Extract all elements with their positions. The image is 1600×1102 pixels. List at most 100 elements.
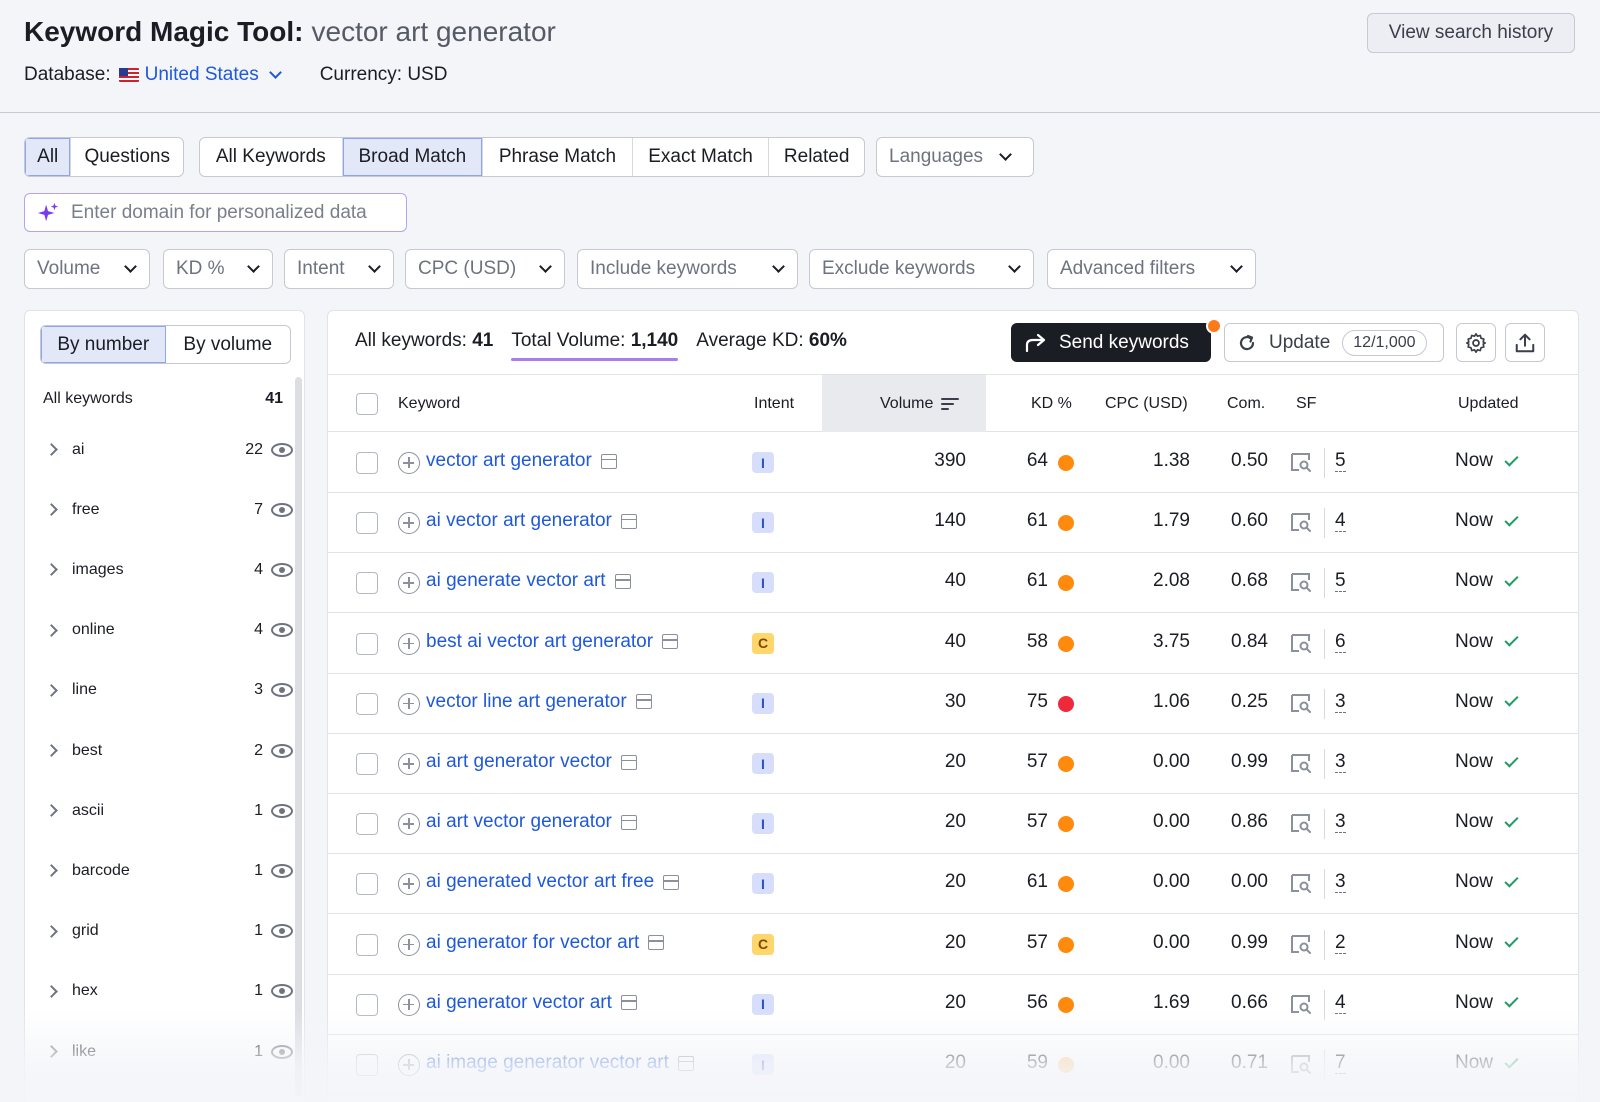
keyword-link[interactable]: ai generated vector art free xyxy=(426,871,654,893)
group-item-ascii[interactable]: ascii 1 xyxy=(25,780,295,841)
eye-icon[interactable] xyxy=(271,502,293,517)
keyword-link[interactable]: ai generator for vector art xyxy=(426,932,639,954)
serp-preview-icon[interactable] xyxy=(620,513,637,529)
all-keywords-group[interactable]: All keywords 41 xyxy=(43,390,283,408)
row-checkbox[interactable] xyxy=(356,933,378,956)
row-checkbox[interactable] xyxy=(356,512,378,535)
serp-preview-icon[interactable] xyxy=(620,814,637,830)
filter-kd[interactable]: KD % xyxy=(163,249,273,289)
tab-questions[interactable]: Questions xyxy=(71,138,183,176)
serp-preview-icon[interactable] xyxy=(677,1055,694,1071)
export-button[interactable] xyxy=(1505,323,1545,362)
add-to-list-icon[interactable] xyxy=(398,933,420,956)
sf-count[interactable]: 3 xyxy=(1335,691,1346,713)
sidebar-scrollbar[interactable] xyxy=(295,377,302,1097)
group-item-line[interactable]: line 3 xyxy=(25,660,295,721)
by-volume-button[interactable]: By volume xyxy=(166,326,291,363)
serp-preview-icon[interactable] xyxy=(663,874,680,890)
keyword-link[interactable]: best ai vector art generator xyxy=(426,631,653,653)
keyword-link[interactable]: ai image generator vector art xyxy=(426,1052,669,1074)
eye-icon[interactable] xyxy=(271,743,293,758)
add-to-list-icon[interactable] xyxy=(398,572,420,595)
eye-icon[interactable] xyxy=(271,924,293,939)
add-to-list-icon[interactable] xyxy=(398,813,420,836)
eye-icon[interactable] xyxy=(271,562,293,577)
keyword-link[interactable]: vector line art generator xyxy=(426,691,627,713)
sf-count[interactable]: 3 xyxy=(1335,812,1346,834)
sf-count[interactable]: 3 xyxy=(1335,872,1346,894)
serp-preview-icon[interactable] xyxy=(635,694,652,710)
select-all-checkbox[interactable] xyxy=(356,393,378,415)
sf-count[interactable]: 5 xyxy=(1335,451,1346,472)
row-checkbox[interactable] xyxy=(356,692,378,715)
header-intent[interactable]: Intent xyxy=(754,395,794,413)
tab-broad-match[interactable]: Broad Match xyxy=(342,138,484,176)
header-keyword[interactable]: Keyword xyxy=(398,395,460,413)
languages-dropdown[interactable]: Languages xyxy=(876,137,1034,177)
add-to-list-icon[interactable] xyxy=(398,753,420,775)
filter-advanced[interactable]: Advanced filters xyxy=(1047,249,1256,289)
keyword-link[interactable]: ai art vector generator xyxy=(426,811,612,833)
row-checkbox[interactable] xyxy=(356,1054,378,1076)
keyword-link[interactable]: ai generator vector art xyxy=(426,992,612,1014)
add-to-list-icon[interactable] xyxy=(398,993,420,1016)
update-button[interactable]: Update 12/1,000 xyxy=(1224,323,1444,362)
group-item-like[interactable]: like 1 xyxy=(25,1021,295,1082)
header-sf[interactable]: SF xyxy=(1296,395,1316,413)
settings-button[interactable] xyxy=(1456,323,1496,362)
domain-input[interactable] xyxy=(71,201,391,224)
group-item-free[interactable]: free 7 xyxy=(25,479,295,540)
add-to-list-icon[interactable] xyxy=(398,873,420,896)
sf-count[interactable]: 5 xyxy=(1335,571,1346,593)
add-to-list-icon[interactable] xyxy=(398,692,420,715)
filter-volume[interactable]: Volume xyxy=(24,249,150,289)
header-com[interactable]: Com. xyxy=(1227,395,1265,413)
serp-preview-icon[interactable] xyxy=(600,453,617,469)
serp-preview-icon[interactable] xyxy=(648,935,665,951)
eye-icon[interactable] xyxy=(271,442,293,457)
row-checkbox[interactable] xyxy=(356,452,378,474)
tab-phrase-match[interactable]: Phrase Match xyxy=(483,138,633,176)
sf-count[interactable]: 4 xyxy=(1335,511,1346,533)
eye-icon[interactable] xyxy=(271,1044,293,1059)
keyword-link[interactable]: ai art generator vector xyxy=(426,751,612,773)
eye-icon[interactable] xyxy=(271,683,293,698)
row-checkbox[interactable] xyxy=(356,873,378,896)
filter-intent[interactable]: Intent xyxy=(284,249,394,289)
keyword-link[interactable]: ai generate vector art xyxy=(426,570,606,592)
tab-all[interactable]: All xyxy=(25,138,72,176)
add-to-list-icon[interactable] xyxy=(398,452,420,474)
eye-icon[interactable] xyxy=(271,984,293,999)
total-volume-stat[interactable]: Total Volume: 1,140 xyxy=(511,330,678,361)
sf-count[interactable]: 7 xyxy=(1335,1053,1346,1074)
eye-icon[interactable] xyxy=(271,863,293,878)
serp-preview-icon[interactable] xyxy=(662,634,679,650)
send-keywords-button[interactable]: Send keywords xyxy=(1011,323,1211,362)
row-checkbox[interactable] xyxy=(356,753,378,775)
filter-cpc[interactable]: CPC (USD) xyxy=(405,249,565,289)
serp-preview-icon[interactable] xyxy=(620,754,637,770)
group-item-hex[interactable]: hex 1 xyxy=(25,961,295,1022)
header-cpc[interactable]: CPC (USD) xyxy=(1105,395,1188,413)
database-selector[interactable]: United States xyxy=(145,64,284,86)
sf-count[interactable]: 6 xyxy=(1335,631,1346,653)
row-checkbox[interactable] xyxy=(356,993,378,1016)
tab-all-keywords[interactable]: All Keywords xyxy=(200,138,343,176)
group-item-images[interactable]: images 4 xyxy=(25,539,295,600)
row-checkbox[interactable] xyxy=(356,632,378,655)
add-to-list-icon[interactable] xyxy=(398,1054,420,1076)
group-item-barcode[interactable]: barcode 1 xyxy=(25,840,295,901)
add-to-list-icon[interactable] xyxy=(398,512,420,535)
header-updated[interactable]: Updated xyxy=(1458,395,1519,413)
group-item-grid[interactable]: grid 1 xyxy=(25,901,295,962)
group-item-best[interactable]: best 2 xyxy=(25,720,295,781)
eye-icon[interactable] xyxy=(271,623,293,638)
group-item-ai[interactable]: ai 22 xyxy=(25,419,295,480)
eye-icon[interactable] xyxy=(271,803,293,818)
view-search-history-button[interactable]: View search history xyxy=(1367,13,1575,53)
keyword-link[interactable]: ai vector art generator xyxy=(426,510,612,532)
serp-preview-icon[interactable] xyxy=(620,995,637,1011)
add-to-list-icon[interactable] xyxy=(398,632,420,655)
row-checkbox[interactable] xyxy=(356,572,378,595)
by-number-button[interactable]: By number xyxy=(41,326,166,363)
